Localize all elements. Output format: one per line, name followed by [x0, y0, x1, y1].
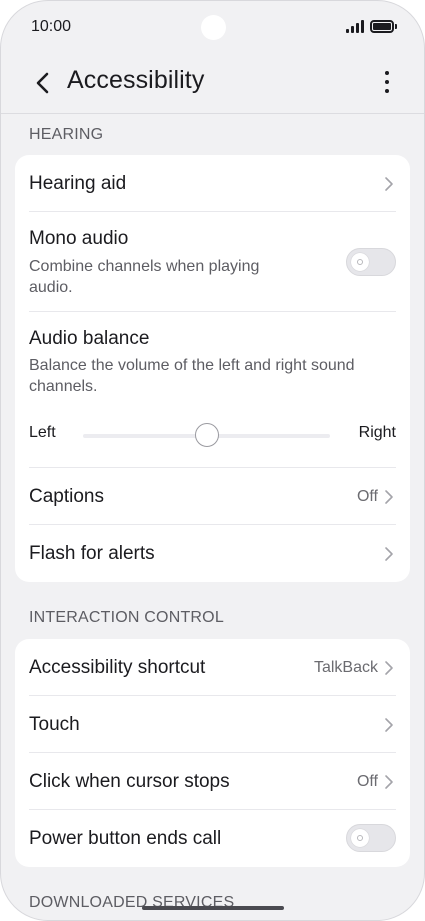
slider-left-label: Left [29, 424, 56, 441]
setting-value: Off [356, 488, 378, 505]
setting-description: audio. [29, 279, 73, 296]
page-title: Accessibility [67, 66, 205, 94]
setting-description: Balance the volume of the left and right… [29, 357, 355, 374]
setting-captions[interactable]: Captions Off [29, 468, 396, 525]
setting-touch[interactable]: Touch [29, 696, 396, 753]
setting-mono-audio[interactable]: Mono audio Combine channels when playing… [29, 212, 396, 312]
setting-label: Touch [29, 714, 80, 735]
gesture-navigation-bar[interactable] [142, 906, 284, 910]
setting-label: Accessibility shortcut [29, 657, 206, 678]
phone-screen: 10:00 Accessibility HEARING Hearing aid … [0, 0, 425, 921]
section-header-hearing: HEARING [29, 126, 104, 143]
setting-audio-balance: Audio balance Balance the volume of the … [29, 312, 396, 468]
section-header-downloaded-services: DOWNLOADED SERVICES [29, 894, 235, 911]
setting-click-when-cursor-stops[interactable]: Click when cursor stops Off [29, 753, 396, 810]
setting-value: Off [356, 773, 378, 790]
app-bar: Accessibility [1, 55, 424, 113]
more-vertical-icon[interactable] [372, 67, 402, 97]
signal-icon [346, 19, 364, 33]
setting-label: Mono audio [29, 228, 129, 249]
setting-description: channels. [29, 378, 98, 395]
setting-power-button-ends-call[interactable]: Power button ends call [29, 810, 396, 867]
setting-value: TalkBack [313, 659, 378, 676]
slider-right-label: Right [358, 424, 396, 441]
chevron-right-icon [385, 490, 393, 504]
chevron-right-icon [385, 718, 393, 732]
front-camera-cutout [201, 15, 226, 40]
setting-description: Combine channels when playing [29, 258, 260, 275]
battery-icon [370, 19, 397, 33]
chevron-right-icon [385, 661, 393, 675]
chevron-right-icon [385, 775, 393, 789]
chevron-right-icon [385, 547, 393, 561]
status-icons [346, 19, 397, 33]
power-button-ends-call-toggle[interactable] [346, 824, 396, 852]
setting-label: Power button ends call [29, 828, 222, 849]
status-bar: 10:00 [1, 1, 424, 55]
chevron-right-icon [385, 177, 393, 191]
setting-accessibility-shortcut[interactable]: Accessibility shortcut TalkBack [29, 639, 396, 696]
setting-label: Click when cursor stops [29, 771, 230, 792]
chevron-left-icon[interactable] [29, 68, 59, 98]
card-hearing: Hearing aid Mono audio Combine channels … [15, 155, 410, 582]
setting-flash-for-alerts[interactable]: Flash for alerts [29, 525, 396, 582]
setting-label: Captions [29, 486, 104, 507]
slider-thumb[interactable] [194, 423, 219, 447]
slider-track[interactable] [83, 423, 330, 447]
card-interaction-control: Accessibility shortcut TalkBack Touch Cl… [15, 639, 410, 867]
setting-label: Flash for alerts [29, 543, 155, 564]
toggle-knob [351, 829, 369, 847]
status-time: 10:00 [31, 18, 72, 35]
toggle-knob [351, 253, 369, 271]
section-header-interaction-control: INTERACTION CONTROL [29, 609, 224, 626]
audio-balance-slider: Left Right [29, 420, 396, 450]
setting-label: Hearing aid [29, 173, 127, 194]
settings-list: HEARING Hearing aid Mono audio Combine c… [1, 114, 424, 920]
setting-label: Audio balance [29, 328, 150, 349]
setting-hearing-aid[interactable]: Hearing aid [29, 155, 396, 212]
mono-audio-toggle[interactable] [346, 248, 396, 276]
